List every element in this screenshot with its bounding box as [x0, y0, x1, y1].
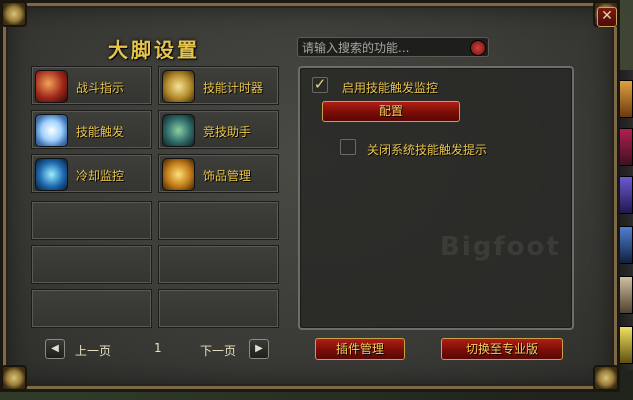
frame-corner-ornament: [1, 1, 27, 27]
prev-page-label[interactable]: 上一页: [75, 342, 111, 359]
module-grid: 战斗指示 技能计时器 技能触发 竞技助手 冷却监控 饰品管理: [31, 66, 287, 330]
module-item-cooldown-monitor[interactable]: 冷却监控: [31, 154, 152, 193]
prev-page-button[interactable]: ◀: [45, 339, 65, 359]
empty-module-slot: [158, 245, 279, 284]
close-button[interactable]: ✕: [597, 7, 617, 27]
search-box[interactable]: [297, 37, 489, 57]
empty-module-slot: [31, 289, 152, 328]
empty-module-slot: [158, 289, 279, 328]
next-page-label[interactable]: 下一页: [200, 342, 236, 359]
module-label: 冷却监控: [76, 169, 125, 183]
watermark-logo: Bigfoot: [440, 232, 561, 262]
spell-trigger-icon: [35, 114, 68, 147]
trinket-icon: [162, 158, 195, 191]
page-number: 1: [154, 341, 162, 355]
switch-pro-button[interactable]: 切换至专业版: [441, 338, 563, 360]
addon-manage-button[interactable]: 插件管理: [315, 338, 405, 360]
disable-system-trigger-checkbox[interactable]: [340, 139, 356, 155]
module-label: 战斗指示: [76, 81, 125, 95]
module-item-trinket-manager[interactable]: 饰品管理: [158, 154, 279, 193]
enable-trigger-monitor-checkbox[interactable]: ✓: [312, 77, 328, 93]
module-item-combat-indicator[interactable]: 战斗指示: [31, 66, 152, 105]
empty-module-slot: [31, 201, 152, 240]
timer-icon: [162, 70, 195, 103]
frame-corner-ornament: [1, 365, 27, 391]
module-label: 技能触发: [76, 125, 125, 139]
empty-module-slot: [158, 201, 279, 240]
module-label: 竞技助手: [203, 125, 252, 139]
config-button[interactable]: 配置: [322, 101, 460, 122]
module-label: 技能计时器: [203, 81, 264, 95]
module-item-arena-helper[interactable]: 竞技助手: [158, 110, 279, 149]
arena-icon: [162, 114, 195, 147]
module-item-skill-timer[interactable]: 技能计时器: [158, 66, 279, 105]
cooldown-orb-icon: [35, 158, 68, 191]
search-input[interactable]: [302, 40, 470, 55]
frame-corner-ornament: [593, 365, 619, 391]
window-title: 大脚设置: [108, 38, 200, 62]
module-label: 饰品管理: [203, 169, 252, 183]
search-icon[interactable]: [470, 40, 486, 56]
disable-system-trigger-label: 关闭系统技能触发提示: [367, 143, 488, 157]
next-page-button[interactable]: ▶: [249, 339, 269, 359]
empty-module-slot: [31, 245, 152, 284]
module-item-skill-trigger[interactable]: 技能触发: [31, 110, 152, 149]
enable-trigger-monitor-label: 启用技能触发监控: [342, 81, 439, 95]
sword-icon: [35, 70, 68, 103]
